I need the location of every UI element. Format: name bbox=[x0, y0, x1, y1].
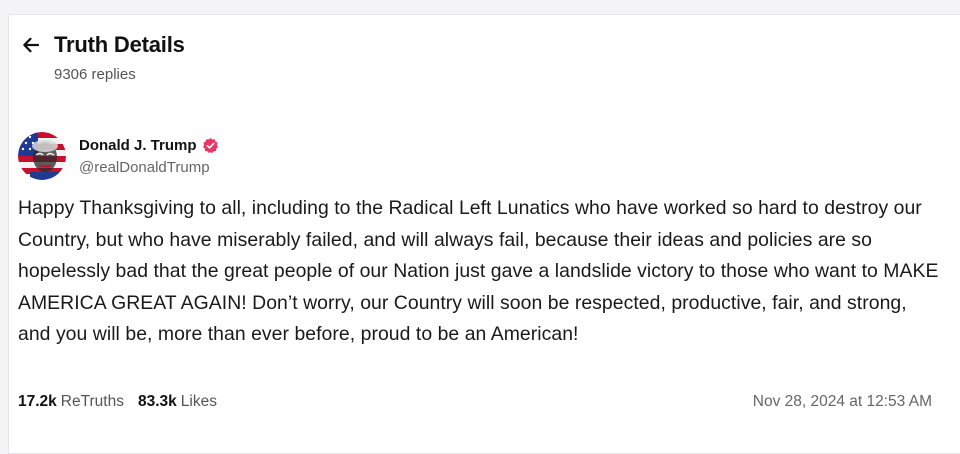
likes-stat[interactable]: 83.3k Likes bbox=[138, 393, 217, 411]
post-author: Donald J. Trump @realDonaldTrump bbox=[18, 132, 219, 180]
page-title: Truth Details bbox=[54, 32, 185, 57]
likes-count: 83.3k bbox=[137, 393, 177, 410]
page-header: Truth Details bbox=[20, 32, 185, 58]
author-handle[interactable]: @realDonaldTrump bbox=[79, 159, 219, 176]
retruths-count: 17.2k bbox=[18, 393, 57, 410]
post-footer: 17.2k ReTruths 83.3k Likes Nov 28, 2024 at… bbox=[18, 393, 932, 411]
retruths-stat[interactable]: 17.2k ReTruths bbox=[18, 393, 124, 411]
author-display-name[interactable]: Donald J. Trump bbox=[79, 137, 197, 154]
verified-badge-icon bbox=[202, 137, 219, 154]
back-button[interactable] bbox=[20, 34, 42, 56]
avatar[interactable] bbox=[18, 132, 66, 180]
post-timestamp: Nov 28, 2024 at 12:53 AM bbox=[752, 393, 932, 410]
retruths-label: ReTruths bbox=[60, 393, 124, 410]
likes-label: Likes bbox=[180, 393, 217, 410]
arrow-left-icon bbox=[23, 37, 40, 53]
replies-count: 9306 replies bbox=[54, 66, 136, 83]
post-body: Happy Thanksgiving to all, including to … bbox=[18, 197, 939, 345]
